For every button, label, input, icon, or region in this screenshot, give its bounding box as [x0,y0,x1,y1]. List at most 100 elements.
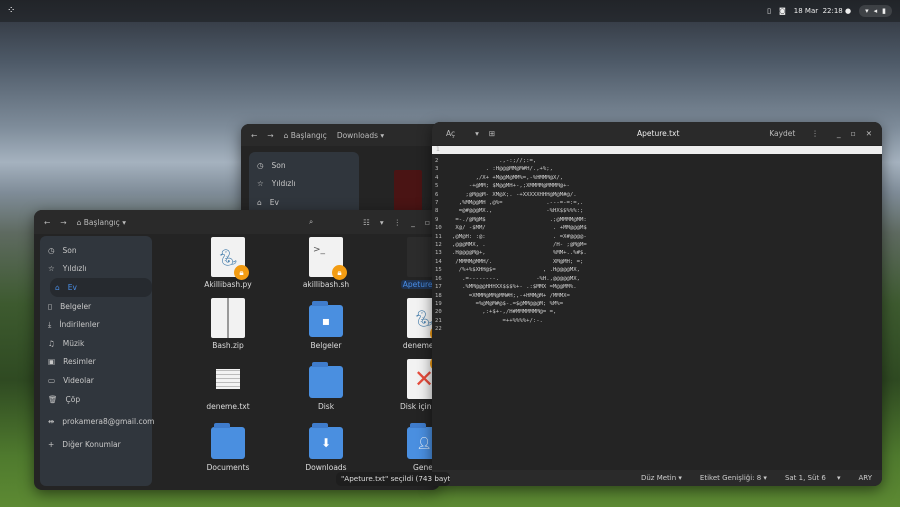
tab-width-selector[interactable]: Etiket Genişliği: 8 ▾ [700,474,767,482]
sidebar-item-yildizli[interactable]: ☆ Yıldızlı [40,260,152,279]
line-text: .H@@@@M@+, %MM+..%#$. [452,250,587,257]
folder-item[interactable]: Documents [179,421,277,476]
sidebar-item-cop[interactable]: 🗑︎ Çöp [40,390,152,409]
lock-icon: 🔒︎ [234,265,249,280]
cursor-position[interactable]: Sat 1, Süt 6 ▾ [785,474,841,482]
open-button[interactable]: Aç [446,129,455,138]
window-title: Apeture.txt [637,129,680,138]
code-line: 16 .=--------. -%H.,@@@@@MX, [432,275,587,283]
file-grid: 🐍︎ 🔒︎ Akillibash.py >_ 🔒︎ akillibash.sh Apet… [179,237,440,476]
line-number: 19 [435,300,442,307]
line-number: 21 [435,317,442,324]
clock[interactable]: 18 Mar 22:18 ● [794,7,851,15]
minimize-icon[interactable]: _ [837,129,841,138]
search-icon[interactable]: ⌕ [309,217,313,227]
code-line: 5 -+@MM; $M@@MH+-,;XMMMM@MMMM@+- [432,182,587,190]
insert-mode[interactable]: ARY [859,474,872,482]
forward-icon[interactable]: → [60,218,66,227]
view-list-icon[interactable]: ☷ [363,218,370,227]
breadcrumb-current[interactable]: Downloads ▾ [337,131,384,140]
open-dropdown-icon[interactable]: ▾ [475,129,479,138]
sidebar-item-ev[interactable]: ⌂ Ev [249,193,359,212]
line-text: ,%MM@@MH ,@%= .---=-=:=,. [452,200,584,207]
file-item[interactable]: 🐍︎ 🔒︎ Akillibash.py [179,237,277,293]
line-text: =%@M@M#@$-.=$@MM@@@M; %M%= [452,300,564,307]
files-window-back[interactable]: ← → ⌂ Başlangıç Downloads ▾ ◷ Son ☆ Yıldızl… [241,124,441,224]
files-window[interactable]: ← → ⌂ Başlangıç ▾ ⌕ ☷ ▾ ⋮ _ ▫ ◷ Son ☆ Yıldızlı… [34,210,440,490]
back-icon[interactable]: ← [251,131,257,140]
line-number: 4 [435,174,439,181]
file-item[interactable]: Bash.zip [179,298,277,354]
code-line: 19 =%@M@M#@$-.=$@MM@@@M; %M%= [432,300,587,308]
file-item[interactable]: 🐍︎🔒︎deneme.py [375,298,440,354]
sidebar-item-ev[interactable]: ⌂ Ev [50,278,152,297]
selection-status: "Apeture.txt" seçildi (743 bayt) [336,472,450,486]
view-options-icon[interactable]: ▾ [380,218,384,227]
maximize-icon[interactable]: ▫ [851,129,856,138]
text-file-icon [211,359,245,399]
code-line: 7 ,%MM@@MH ,@%= .---=-=:=,. [432,199,587,207]
app-indicator-icon[interactable]: ▯ [767,7,771,15]
sidebar-item-indirilenler[interactable]: ⤓ İndirilenler [40,315,152,334]
new-document-icon[interactable]: ⊞ [489,129,495,138]
menu-icon[interactable]: ⋮ [394,218,402,227]
code-line: 17 .%MM@@@HHHXX$$$%+- .:$MMX =M@@MM%. [432,283,587,291]
folder-item[interactable]: ⬇ Downloads [277,421,375,476]
file-item[interactable]: >_ 🔒︎ akillibash.sh [277,237,375,293]
file-item[interactable]: ✕🔒︎Disk için bağ [375,356,440,415]
line-number: 8 [435,208,439,215]
line-number: 20 [435,309,442,316]
status-bar: Düz Metin ▾ Etiket Genişliği: 8 ▾ Sat 1,… [432,470,882,486]
folder-item[interactable]: Disk [277,360,375,415]
file-item-selected[interactable]: Apeture.txt [375,237,440,293]
line-number: 14 [435,258,442,265]
code-line: 15 /%+%$XHH@$= , .H@@@@MX, [432,266,587,274]
sidebar-item-resimler[interactable]: ▣ Resimler [40,353,152,372]
lock-icon: 🔒︎ [332,265,347,280]
back-icon[interactable]: ← [44,218,50,227]
line-text: ,@@@MMX, . /H- ;@M@M= [452,242,587,249]
music-icon: ♫ [48,338,55,348]
maximize-icon[interactable]: ▫ [425,218,430,227]
syntax-selector[interactable]: Düz Metin ▾ [641,474,682,482]
save-button[interactable]: Kaydet [769,129,795,138]
close-icon[interactable]: ✕ [866,129,872,138]
menu-icon[interactable]: ⋮ [811,129,819,138]
line-number: 7 [435,200,439,207]
line-text: -+@MM; $M@@MH+-,;XMMMM@MMMM@+- [452,183,570,190]
home-icon: ⌂ [55,282,60,292]
line-text: ,/X+ +M@@M@MM%=,-%HMMM@X/, [452,174,564,181]
sidebar-item-yildizli[interactable]: ☆ Yıldızlı [249,175,359,194]
sidebar-item-account[interactable]: ⇹ prokamera8@gmail.com [40,412,154,431]
activities-icon[interactable]: ⁘ [7,6,17,16]
code-line: 11 ,@M@H: :@: . =X#@@@@- [432,233,587,241]
sidebar-item-muzik[interactable]: ♫ Müzik [40,334,152,353]
sidebar-item-son[interactable]: ◷ Son [249,156,359,175]
text-editor-window[interactable]: Aç ▾ ⊞ Apeture.txt Kaydet ⋮ _ ▫ ✕ 1 2 .,… [432,122,882,486]
line-text: =++%%%%+/:-. [452,317,543,324]
sidebar-item-belgeler[interactable]: ▯ Belgeler [40,297,152,316]
system-menu[interactable]: ▾ ◂ ▮ [859,5,892,17]
code-line: 6 ;@M@@M- XM@X;. -+XXXXXHHH@M@M#@/. [432,191,587,199]
folder-item[interactable]: 👤︎ Genel [375,421,440,476]
star-icon: ☆ [48,264,55,274]
discord-icon[interactable]: ◙ [779,7,786,15]
trash-icon: 🗑︎ [48,394,58,404]
editor-text-area[interactable]: 2 .,-:;//;:=, 3 . :H@@@MM@M#H/.,+%;, 4 ,/X… [432,157,587,334]
folder-item[interactable]: ▪ Belgeler [277,299,375,354]
battery-icon: ▮ [882,7,886,15]
breadcrumb-home[interactable]: ⌂ Başlangıç ▾ [77,218,126,227]
breadcrumb-home[interactable]: ⌂ Başlangıç [284,131,327,140]
sidebar-item-videolar[interactable]: ▭ Videolar [40,371,152,390]
clock-icon: ◷ [48,245,55,255]
line-number: 17 [435,284,442,291]
document-icon: ▯ [48,301,53,311]
minimize-icon[interactable]: _ [411,218,415,227]
code-line: 10 X@/ -$MM/ . +MM@@@M$ [432,224,587,232]
forward-icon[interactable]: → [267,131,273,140]
line-text: /MMMM@MMH/. XM@MH; =; [452,258,584,265]
sidebar-item-son[interactable]: ◷ Son [40,241,152,260]
file-item[interactable]: deneme.txt [179,360,277,415]
line-text: =-./@M@M$ .;@MMMM@MM: [452,216,587,223]
sidebar-item-other-locations[interactable]: + Diğer Konumlar [40,435,152,454]
